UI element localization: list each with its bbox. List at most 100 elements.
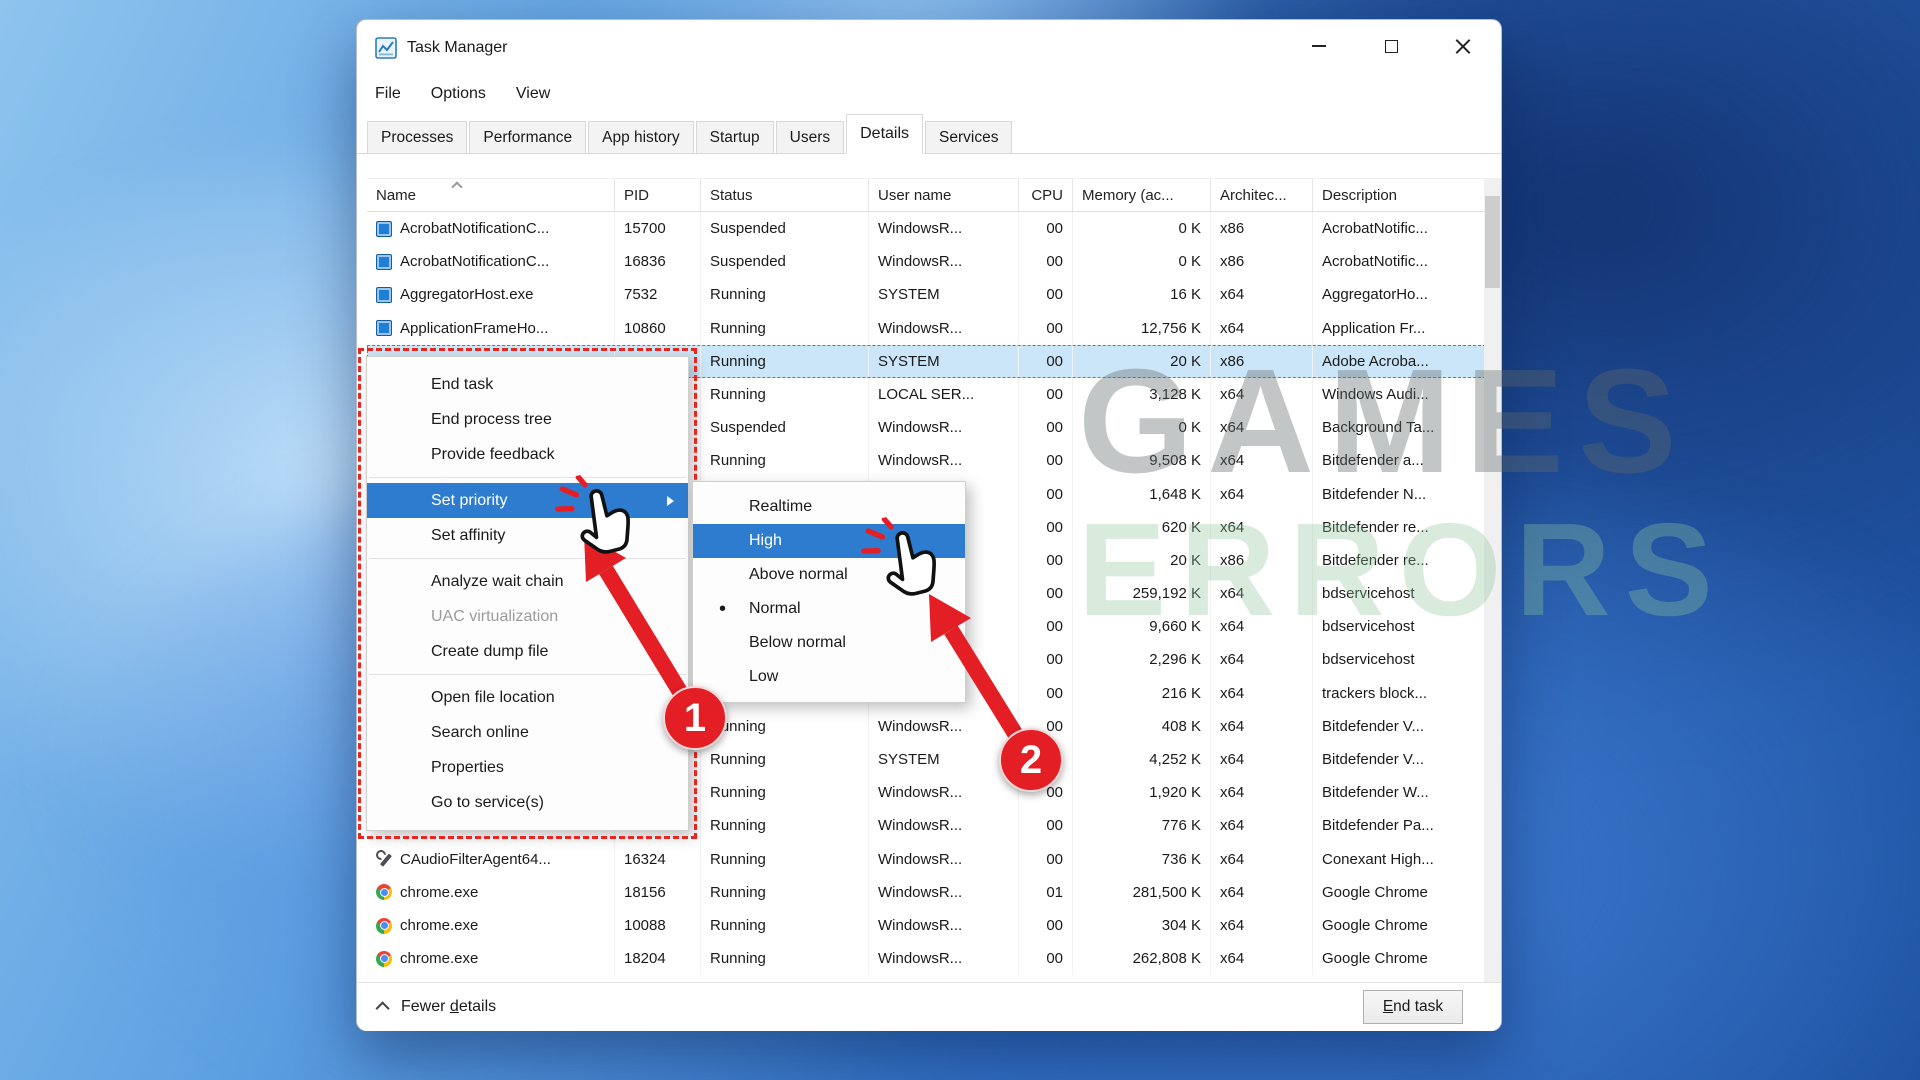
cell-pid: 16836 (615, 245, 701, 278)
process-name: AcrobatNotificationC... (400, 245, 549, 278)
end-task-button[interactable]: End task (1363, 990, 1463, 1024)
tab-app-history[interactable]: App history (588, 121, 694, 153)
process-name: AcrobatNotificationC... (400, 212, 549, 245)
context-menu-item-search-online[interactable]: Search online (367, 715, 688, 750)
app-icon (376, 320, 392, 336)
scrollbar-thumb[interactable] (1485, 196, 1500, 288)
cell-pid: 18156 (615, 876, 701, 909)
tab-details[interactable]: Details (846, 114, 923, 153)
cell-cpu: 00 (1019, 610, 1073, 643)
tab-bar: ProcessesPerformanceApp historyStartupUs… (357, 112, 1501, 154)
cell-cpu: 00 (1019, 478, 1073, 511)
cell-cpu: 01 (1019, 876, 1073, 909)
cell-description: Google Chrome (1313, 876, 1486, 909)
menubar-item-view[interactable]: View (516, 85, 550, 103)
app-icon (376, 254, 392, 270)
close-button[interactable] (1427, 20, 1499, 72)
menubar-item-options[interactable]: Options (431, 85, 486, 103)
table-row[interactable]: AcrobatNotificationC...16836SuspendedWin… (367, 245, 1486, 278)
cell-description: Bitdefender V... (1313, 743, 1486, 776)
cell-memory: 281,500 K (1073, 876, 1211, 909)
column-header-description[interactable]: Description (1313, 179, 1486, 211)
cell-cpu: 00 (1019, 212, 1073, 245)
process-name: chrome.exe (400, 909, 478, 942)
context-menu-item-go-to-service-s[interactable]: Go to service(s) (367, 785, 688, 820)
tab-startup[interactable]: Startup (696, 121, 774, 153)
column-header-pid[interactable]: PID (615, 179, 701, 211)
cell-description: trackers block... (1313, 677, 1486, 710)
minimize-button[interactable] (1283, 20, 1355, 72)
cell-cpu: 00 (1019, 643, 1073, 676)
submenu-item-realtime[interactable]: Realtime (693, 490, 965, 524)
vertical-scrollbar[interactable] (1484, 178, 1501, 982)
cell-architecture: x64 (1211, 511, 1313, 544)
submenu-item-below-normal[interactable]: Below normal (693, 626, 965, 660)
context-menu-item-provide-feedback[interactable]: Provide feedback (367, 437, 688, 472)
cell-description: Google Chrome (1313, 909, 1486, 942)
submenu-item-above-normal[interactable]: Above normal (693, 558, 965, 592)
cell-description: Bitdefender V... (1313, 710, 1486, 743)
context-menu-item-set-affinity[interactable]: Set affinity (367, 518, 688, 553)
cell-user-name: WindowsR... (869, 876, 1019, 909)
title-bar[interactable]: Task Manager (357, 20, 1501, 76)
table-row[interactable]: ApplicationFrameHo...10860RunningWindows… (367, 312, 1486, 345)
cell-cpu: 00 (1019, 743, 1073, 776)
context-menu-item-end-task[interactable]: End task (367, 367, 688, 402)
cell-user-name: WindowsR... (869, 444, 1019, 477)
context-menu: End taskEnd process treeProvide feedback… (366, 356, 689, 831)
cell-status: Running (701, 743, 869, 776)
priority-submenu: RealtimeHighAbove normalNormal•Below nor… (692, 481, 966, 703)
submenu-item-low[interactable]: Low (693, 660, 965, 694)
cell-memory: 9,508 K (1073, 444, 1211, 477)
tab-performance[interactable]: Performance (469, 121, 586, 153)
table-row[interactable]: chrome.exe10088RunningWindowsR...00304 K… (367, 909, 1486, 942)
column-header-memory-ac[interactable]: Memory (ac... (1073, 179, 1211, 211)
cell-pid: 7532 (615, 278, 701, 311)
menu-separator (369, 477, 686, 478)
fewer-details-toggle[interactable]: Fewer details (379, 998, 496, 1016)
tab-processes[interactable]: Processes (367, 121, 467, 153)
process-name: CAudioFilterAgent64... (400, 843, 551, 876)
cell-status: Running (701, 809, 869, 842)
table-row[interactable]: chrome.exe18156RunningWindowsR...01281,5… (367, 876, 1486, 909)
cell-cpu: 00 (1019, 444, 1073, 477)
cell-memory: 0 K (1073, 212, 1211, 245)
context-menu-item-properties[interactable]: Properties (367, 750, 688, 785)
context-menu-item-end-process-tree[interactable]: End process tree (367, 402, 688, 437)
context-menu-item-set-priority[interactable]: Set priority (367, 483, 688, 518)
table-row[interactable]: AcrobatNotificationC...15700SuspendedWin… (367, 212, 1486, 245)
cell-status: Running (701, 942, 869, 975)
cell-description: Adobe Acroba... (1313, 345, 1486, 378)
cell-memory: 0 K (1073, 245, 1211, 278)
context-menu-item-analyze-wait-chain[interactable]: Analyze wait chain (367, 564, 688, 599)
column-header-cpu[interactable]: CPU (1019, 179, 1073, 211)
table-row[interactable]: chrome.exe18204RunningWindowsR...00262,8… (367, 942, 1486, 975)
submenu-item-normal[interactable]: Normal• (693, 592, 965, 626)
maximize-button[interactable] (1355, 20, 1427, 72)
context-menu-item-create-dump-file[interactable]: Create dump file (367, 634, 688, 669)
cell-architecture: x64 (1211, 942, 1313, 975)
cell-cpu: 00 (1019, 378, 1073, 411)
table-row[interactable]: AggregatorHost.exe7532RunningSYSTEM0016 … (367, 278, 1486, 311)
context-menu-item-open-file-location[interactable]: Open file location (367, 680, 688, 715)
tab-users[interactable]: Users (776, 121, 844, 153)
submenu-item-high[interactable]: High (693, 524, 965, 558)
column-header-name[interactable]: Name (367, 179, 615, 211)
cell-memory: 216 K (1073, 677, 1211, 710)
cell-memory: 20 K (1073, 544, 1211, 577)
column-header-architec[interactable]: Architec... (1211, 179, 1313, 211)
cell-memory: 9,660 K (1073, 610, 1211, 643)
column-header-user-name[interactable]: User name (869, 179, 1019, 211)
column-header-status[interactable]: Status (701, 179, 869, 211)
tab-services[interactable]: Services (925, 121, 1012, 153)
cell-architecture: x86 (1211, 345, 1313, 378)
cell-architecture: x64 (1211, 411, 1313, 444)
cell-architecture: x64 (1211, 843, 1313, 876)
cell-memory: 1,920 K (1073, 776, 1211, 809)
cell-memory: 3,128 K (1073, 378, 1211, 411)
table-row[interactable]: CAudioFilterAgent64...16324RunningWindow… (367, 843, 1486, 876)
cell-name: chrome.exe (367, 942, 615, 975)
cell-user-name: WindowsR... (869, 245, 1019, 278)
cell-description: AcrobatNotific... (1313, 245, 1486, 278)
menubar-item-file[interactable]: File (375, 85, 401, 103)
